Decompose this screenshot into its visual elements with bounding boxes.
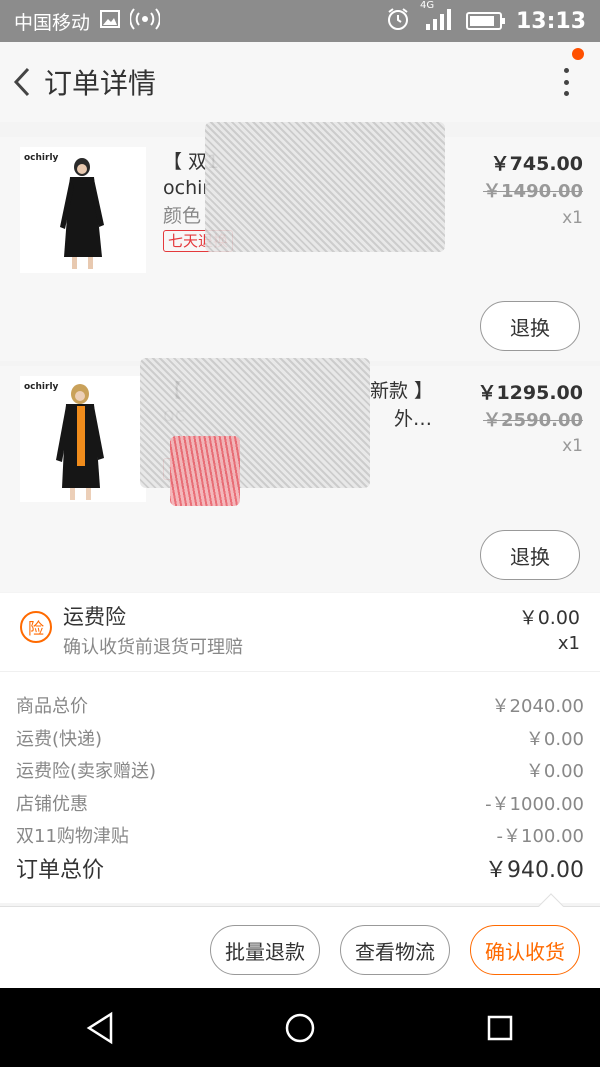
circle-home-icon	[285, 1013, 315, 1042]
summary-row-shopping-allowance: 双11购物津贴 -￥100.00	[16, 820, 584, 850]
summary-value: ￥0.00	[525, 729, 584, 750]
product-price: ￥1295.00	[477, 382, 583, 404]
summary-value: ￥0.00	[525, 761, 584, 782]
product-quantity: x1	[562, 436, 583, 456]
summary-label: 运费(快递)	[16, 729, 103, 750]
summary-row-goods-total: 商品总价 ￥2040.00	[16, 690, 584, 720]
product-quantity: x1	[562, 208, 583, 228]
summary-label: 商品总价	[16, 696, 88, 717]
image-icon	[100, 9, 121, 33]
notification-dot	[572, 48, 584, 60]
brand-label: ochirly	[24, 153, 59, 163]
insurance-icon: 险	[20, 611, 52, 643]
summary-value: -￥1000.00	[485, 794, 584, 815]
summary-row-shipping: 运费(快递) ￥0.00	[16, 723, 584, 753]
shipping-insurance-row: 险 运费险 确认收货前退货可理赔 ￥0.00 x1	[0, 593, 600, 671]
carrier-label: 中国移动	[14, 11, 91, 34]
product-sku: 颜色	[163, 205, 202, 227]
redaction-scribble	[170, 436, 240, 506]
system-navigation-bar	[0, 988, 600, 1067]
summary-label: 运费险(卖家赠送)	[16, 761, 157, 782]
exchange-button[interactable]: 退换	[480, 301, 580, 351]
system-home-button[interactable]	[270, 998, 330, 1058]
insurance-quantity: x1	[557, 633, 580, 654]
triangle-back-icon	[86, 1011, 113, 1044]
product-subtitle: ochir	[163, 177, 211, 199]
summary-value: -￥100.00	[496, 826, 584, 847]
summary-row-store-discount: 店铺优惠 -￥1000.00	[16, 788, 584, 818]
system-recents-button[interactable]	[470, 998, 530, 1058]
back-button[interactable]	[2, 42, 42, 122]
product-title-tail: 新款 】	[370, 380, 434, 402]
dot	[563, 68, 569, 73]
summary-value: ￥2040.00	[491, 696, 584, 717]
dot	[563, 79, 569, 85]
action-bar: 批量退款 查看物流 确认收货	[0, 893, 600, 988]
price-summary: 商品总价 ￥2040.00 运费(快递) ￥0.00 运费险(卖家赠送) ￥0.…	[0, 671, 600, 903]
brand-label: ochirly	[24, 382, 59, 392]
summary-label: 店铺优惠	[16, 794, 88, 815]
order-total-label: 订单总价	[16, 858, 105, 883]
navigation-bar: 订单详情	[0, 42, 600, 122]
summary-label: 双11购物津贴	[16, 826, 129, 847]
status-bar: 中国移动 4G 13:13	[0, 0, 600, 42]
coat-model-image	[60, 158, 104, 269]
product-image[interactable]: ochirly	[20, 147, 146, 273]
system-back-button[interactable]	[70, 998, 130, 1058]
dot	[563, 91, 569, 96]
battery-icon	[465, 12, 505, 30]
clock: 13:13	[515, 8, 586, 34]
page-title: 订单详情	[44, 67, 157, 100]
confirm-receipt-button[interactable]: 确认收货	[470, 925, 580, 975]
batch-refund-button[interactable]: 批量退款	[210, 925, 320, 975]
order-item[interactable]: ochirly 【 双1 ochir 颜色 七天退换 ￥745.00 ￥1490…	[0, 122, 600, 361]
product-image[interactable]: ochirly	[20, 376, 146, 502]
insurance-subtitle: 确认收货前退货可理赔	[63, 637, 243, 658]
product-price: ￥745.00	[490, 153, 583, 175]
square-recents-icon	[487, 1015, 513, 1040]
hotspot-icon	[129, 7, 161, 35]
order-item[interactable]: ochirly 【 新款 】 oc 外… 七 ￥1295.00 ￥2590.00…	[0, 358, 600, 592]
summary-row-order-total: 订单总价 ￥940.00	[16, 853, 584, 883]
product-subtitle-tail: 外…	[394, 408, 433, 430]
signal-icon: 4G	[420, 0, 452, 35]
insurance-price: ￥0.00	[518, 607, 580, 629]
order-total-value: ￥940.00	[485, 858, 584, 883]
network-type-label: 4G	[419, 0, 435, 11]
product-original-price: ￥2590.00	[483, 410, 583, 431]
insurance-title: 运费险	[63, 605, 126, 629]
alarm-icon	[386, 7, 410, 36]
view-logistics-button[interactable]: 查看物流	[340, 925, 450, 975]
more-menu-button[interactable]	[554, 64, 578, 100]
product-original-price: ￥1490.00	[483, 181, 583, 202]
redaction-scribble	[205, 122, 445, 252]
chevron-left-icon	[13, 67, 30, 97]
exchange-button[interactable]: 退换	[480, 530, 580, 580]
summary-row-shipping-insurance: 运费险(卖家赠送) ￥0.00	[16, 755, 584, 785]
coat-model-image	[56, 384, 104, 500]
